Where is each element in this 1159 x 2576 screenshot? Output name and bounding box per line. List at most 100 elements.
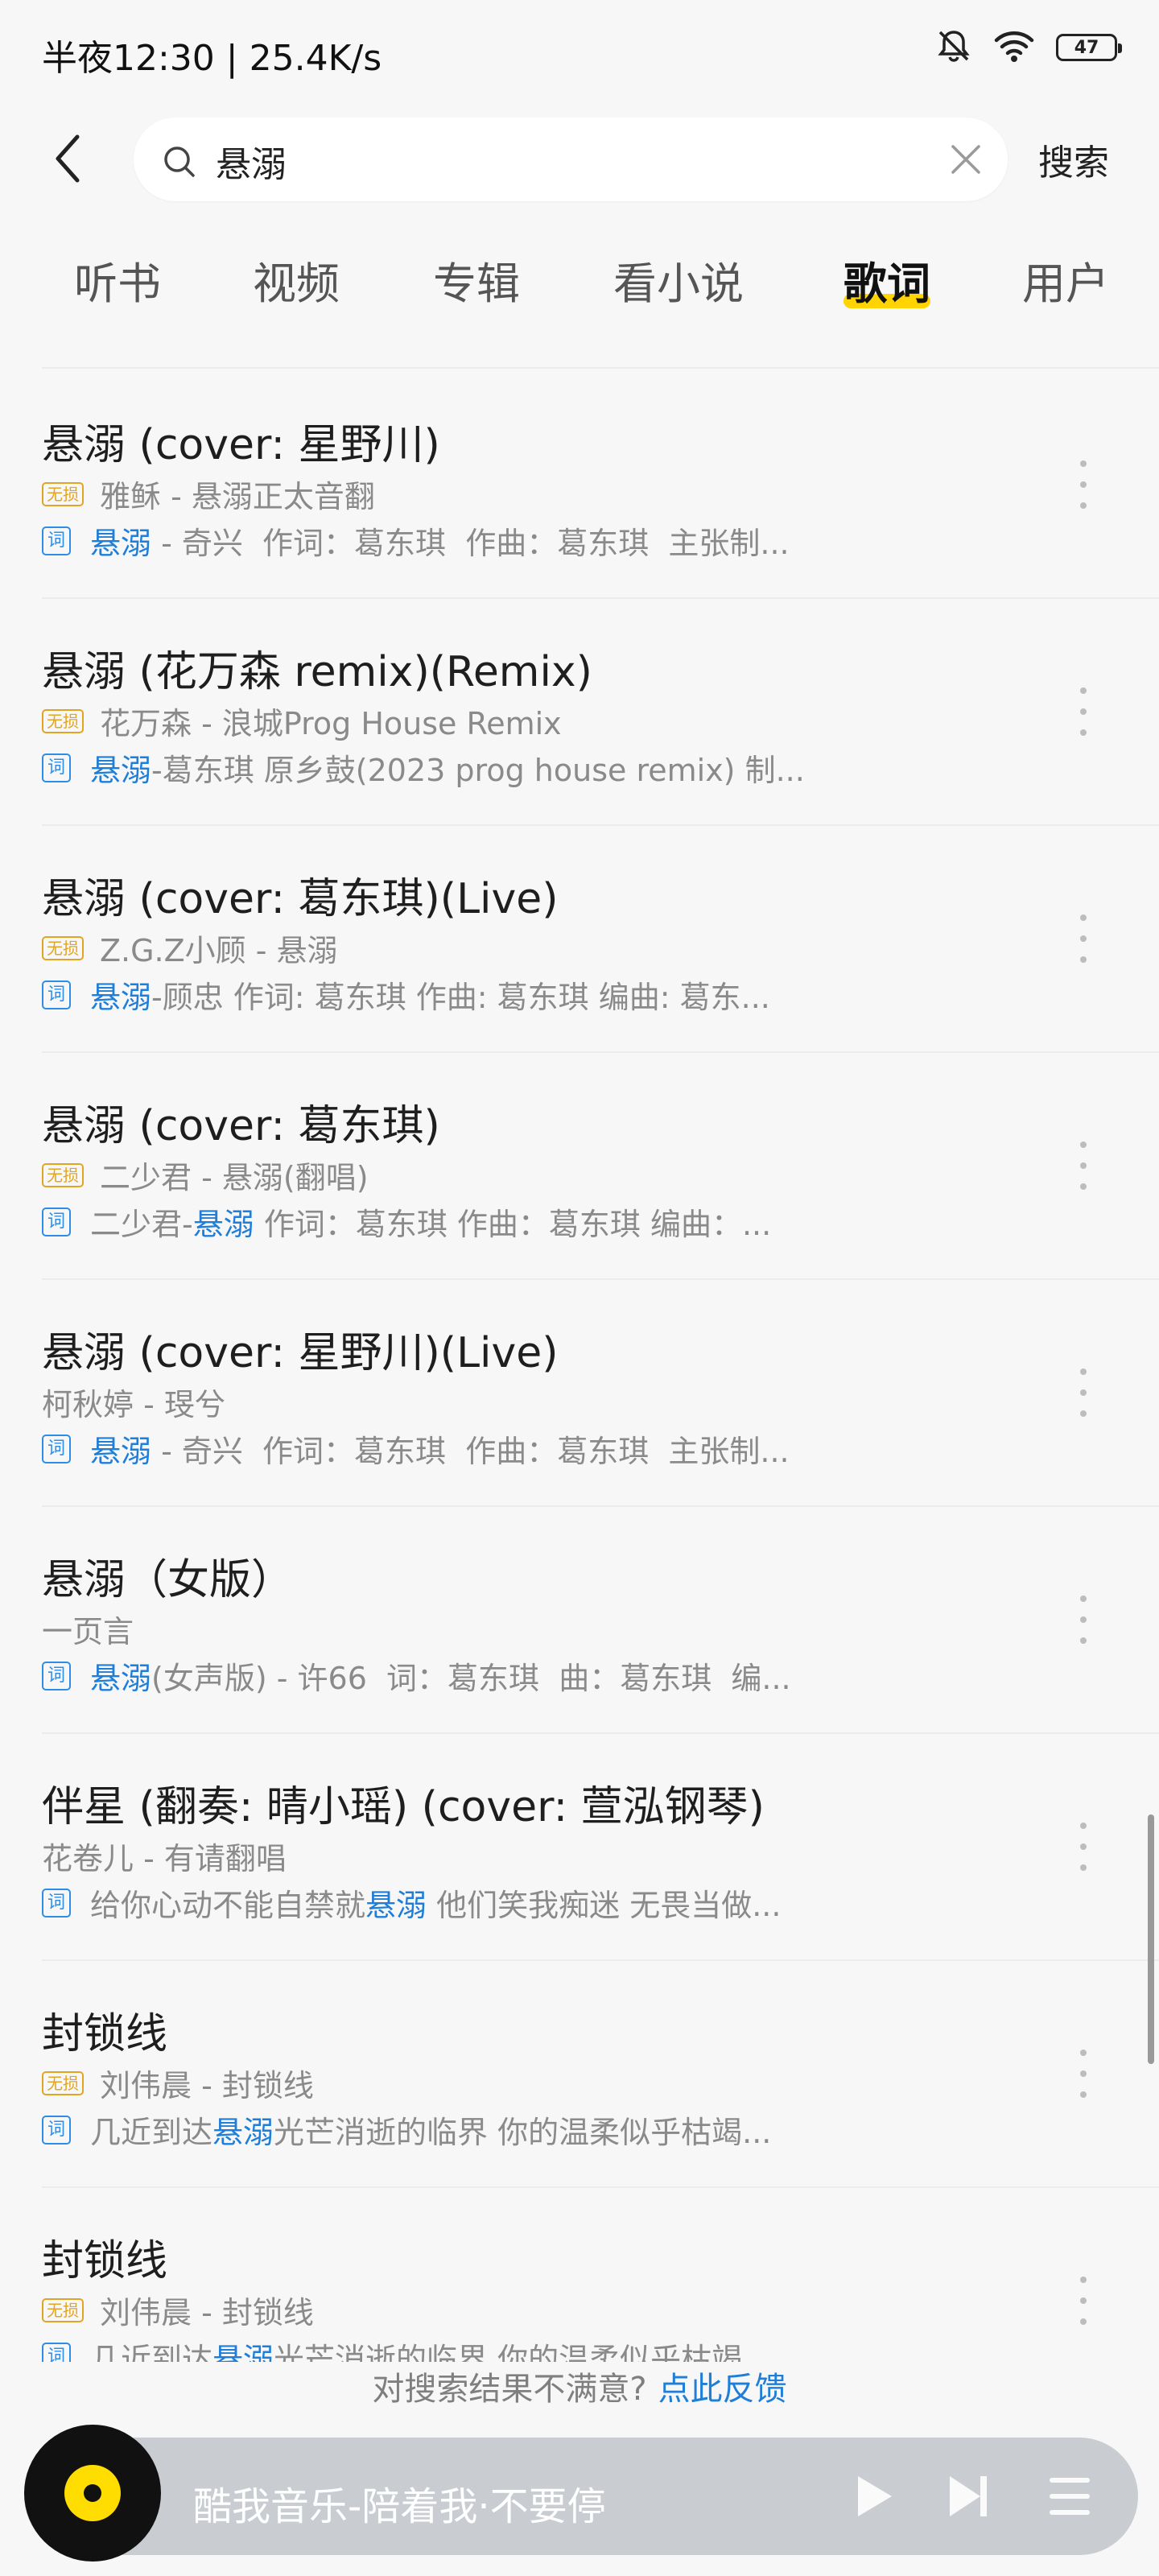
category-tabs: 听书 视频 专辑 看小说 歌词 用户 <box>0 242 1159 316</box>
lyric-snippet: 词 悬溺 -葛东琪 原乡鼓(2023 prog house remix) 制..… <box>42 745 805 790</box>
tab-albums[interactable]: 专辑 <box>433 248 520 312</box>
play-icon[interactable] <box>845 2470 898 2526</box>
tab-audiobooks[interactable]: 听书 <box>74 248 161 312</box>
artist-album: 二少君 - 悬溺(翻唱) <box>100 1160 369 1195</box>
more-options-icon[interactable] <box>1075 1141 1091 1190</box>
artist-album: 花万森 - 浪城Prog House Remix <box>100 706 562 741</box>
lyric-badge: 词 <box>42 2115 71 2145</box>
song-title: 封锁线 <box>42 2010 168 2058</box>
artist-album: Z.G.Z小顾 - 悬溺 <box>100 933 338 968</box>
tab-label: 专辑 <box>433 258 520 309</box>
lyric-badge: 词 <box>42 2342 71 2362</box>
tab-videos[interactable]: 视频 <box>253 248 340 312</box>
list-item[interactable]: 封锁线 无损 刘伟晨 - 封锁线 词 几近到达 悬溺 光芒消逝的临界 你的温柔似… <box>42 2188 1159 2362</box>
lyric-before: 给你心动不能自禁就 <box>90 1888 366 1923</box>
status-time: 半夜12:30 | 25.4K/s <box>42 38 382 79</box>
mute-bell-icon <box>935 27 972 68</box>
song-title: 悬溺 (cover: 星野川) <box>42 421 440 469</box>
mini-player[interactable]: 酷我音乐-陪着我·不要停 <box>24 2425 1138 2562</box>
more-options-icon[interactable] <box>1075 1596 1091 1644</box>
tab-label: 用户 <box>1022 258 1109 309</box>
more-options-icon[interactable] <box>1075 1368 1091 1417</box>
song-title: 伴星 (翻奏: 晴小瑶) (cover: 萱泓钢琴) <box>42 1783 765 1831</box>
lyric-highlight: 悬溺 <box>90 526 152 561</box>
lyric-highlight: 悬溺 <box>90 753 152 788</box>
search-icon <box>161 143 198 184</box>
artist-album: 雅稣 - 悬溺正太音翻 <box>100 479 375 514</box>
song-subtitle: 一页言 <box>42 1607 134 1651</box>
lyric-highlight: 悬溺 <box>192 1207 254 1242</box>
artist-album: 刘伟晨 - 封锁线 <box>100 2068 314 2103</box>
search-input[interactable]: 悬溺 <box>216 135 287 187</box>
lyric-badge: 词 <box>42 1434 71 1463</box>
song-title: 悬溺 (cover: 星野川)(Live) <box>42 1329 559 1377</box>
lyric-after: 作词：葛东琪 作曲：葛东琪 编曲：... <box>254 1207 772 1242</box>
more-options-icon[interactable] <box>1075 460 1091 509</box>
more-options-icon[interactable] <box>1075 1823 1091 1871</box>
lyric-snippet: 词 悬溺 (女声版) - 许66 词：葛东琪 曲：葛东琪 编... <box>42 1653 791 1698</box>
scrollbar-thumb[interactable] <box>1148 1814 1154 2064</box>
more-options-icon[interactable] <box>1075 687 1091 736</box>
lyric-highlight: 悬溺 <box>90 1434 152 1469</box>
song-subtitle: 无损 雅稣 - 悬溺正太音翻 <box>42 472 375 516</box>
lyric-highlight: 悬溺 <box>212 2115 274 2150</box>
feedback-line: 对搜索结果不满意? 点此反馈 <box>0 2363 1159 2409</box>
list-item[interactable]: 封锁线 无损 刘伟晨 - 封锁线 词 几近到达 悬溺 光芒消逝的临界 你的温柔似… <box>42 1961 1159 2188</box>
playlist-icon[interactable] <box>1043 2470 1096 2526</box>
feedback-text: 对搜索结果不满意? <box>372 2371 647 2408</box>
more-options-icon[interactable] <box>1075 914 1091 963</box>
list-item[interactable]: 伴星 (翻奏: 晴小瑶) (cover: 萱泓钢琴) 花卷儿 - 有请翻唱 词 … <box>42 1734 1159 1961</box>
artist-album: 刘伟晨 - 封锁线 <box>100 2295 314 2330</box>
list-item[interactable]: 悬溺 (cover: 星野川) 无损 雅稣 - 悬溺正太音翻 词 悬溺 - 奇兴… <box>42 372 1159 599</box>
more-options-icon[interactable] <box>1075 2277 1091 2325</box>
status-bar: 半夜12:30 | 25.4K/s 47 <box>0 0 1159 105</box>
lyric-before: 几近到达 <box>90 2115 213 2150</box>
lyric-after: -顾忠 作词: 葛东琪 作曲: 葛东琪 编曲: 葛东... <box>151 980 770 1015</box>
results-list: 悬溺 (cover: 星野川) 无损 雅稣 - 悬溺正太音翻 词 悬溺 - 奇兴… <box>0 372 1159 2362</box>
lyric-snippet: 词 几近到达 悬溺 光芒消逝的临界 你的温柔似乎枯竭 <box>42 2334 742 2362</box>
lyric-after: 光芒消逝的临界 你的温柔似乎枯竭... <box>274 2115 772 2150</box>
lyric-snippet: 词 给你心动不能自禁就 悬溺 他们笑我痴迷 无畏当做... <box>42 1880 781 1925</box>
song-subtitle: 无损 Z.G.Z小顾 - 悬溺 <box>42 926 338 970</box>
list-item[interactable]: 悬溺 (cover: 葛东琪)(Live) 无损 Z.G.Z小顾 - 悬溺 词 … <box>42 826 1159 1053</box>
search-button[interactable]: 搜索 <box>1038 134 1109 185</box>
artist-album: 一页言 <box>42 1614 134 1649</box>
lyric-badge: 词 <box>42 980 71 1009</box>
clear-icon[interactable] <box>948 142 984 180</box>
feedback-link[interactable]: 点此反馈 <box>658 2371 787 2408</box>
song-subtitle: 无损 刘伟晨 - 封锁线 <box>42 2061 314 2105</box>
lyric-badge: 词 <box>42 753 71 782</box>
search-box[interactable]: 悬溺 <box>134 118 1008 201</box>
lyric-badge: 词 <box>42 1661 71 1690</box>
back-arrow-icon <box>56 134 80 183</box>
tab-novels[interactable]: 看小说 <box>613 248 744 312</box>
back-button[interactable] <box>42 130 93 187</box>
song-title: 悬溺 (cover: 葛东琪)(Live) <box>42 875 559 923</box>
song-subtitle: 柯秋婷 - 琝兮 <box>42 1380 225 1424</box>
lyric-highlight: 悬溺 <box>212 2342 274 2362</box>
divider <box>42 367 1159 369</box>
list-item[interactable]: 悬溺 (cover: 星野川)(Live) 柯秋婷 - 琝兮 词 悬溺 - 奇兴… <box>42 1280 1159 1507</box>
song-subtitle: 花卷儿 - 有请翻唱 <box>42 1834 287 1878</box>
lyric-badge: 词 <box>42 526 71 555</box>
next-track-icon[interactable] <box>942 2470 995 2526</box>
song-title: 悬溺 (cover: 葛东琪) <box>42 1102 440 1150</box>
list-item[interactable]: 悬溺 (花万森 remix)(Remix) 无损 花万森 - 浪城Prog Ho… <box>42 599 1159 826</box>
lyric-badge: 词 <box>42 1888 71 1918</box>
now-playing-title: 酷我音乐-陪着我·不要停 <box>193 2484 606 2529</box>
more-options-icon[interactable] <box>1075 2050 1091 2098</box>
song-title: 悬溺（女版） <box>42 1556 294 1604</box>
list-item[interactable]: 悬溺（女版） 一页言 词 悬溺 (女声版) - 许66 词：葛东琪 曲：葛东琪 … <box>42 1507 1159 1734</box>
list-item[interactable]: 悬溺 (cover: 葛东琪) 无损 二少君 - 悬溺(翻唱) 词 二少君- 悬… <box>42 1053 1159 1280</box>
lossless-badge: 无损 <box>42 481 84 506</box>
lyric-snippet: 词 悬溺 - 奇兴 作词：葛东琪 作曲：葛东琪 主张制... <box>42 1426 790 1471</box>
album-disc-icon[interactable] <box>24 2425 161 2562</box>
lyric-after: - 奇兴 作词：葛东琪 作曲：葛东琪 主张制... <box>151 526 790 561</box>
wifi-icon <box>993 29 1035 66</box>
tab-lyrics[interactable]: 歌词 <box>843 248 930 312</box>
song-title: 封锁线 <box>42 2237 168 2285</box>
tab-label: 视频 <box>253 258 340 309</box>
lyric-after: -葛东琪 原乡鼓(2023 prog house remix) 制... <box>151 753 805 788</box>
search-row: 悬溺 搜索 <box>0 113 1159 208</box>
tab-users[interactable]: 用户 <box>1022 248 1109 312</box>
